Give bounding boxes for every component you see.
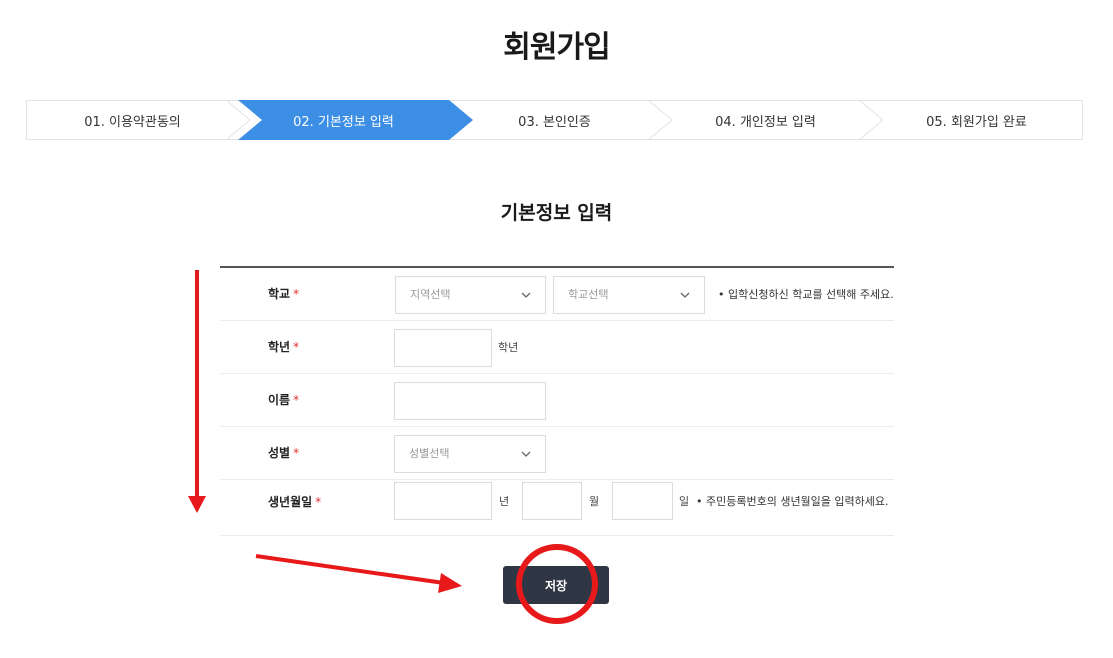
birth-year-unit: 년 — [499, 495, 510, 508]
birth-row: 생년월일 * 년 월 일 • 주민등록번호의 생년월일을 입력하세요. — [220, 480, 894, 536]
birth-year-input[interactable] — [394, 482, 492, 520]
region-select-value: 지역선택 — [410, 288, 451, 301]
birth-month-unit: 월 — [589, 495, 600, 508]
page-title: 회원가입 — [503, 30, 610, 65]
step-label: 01. 이용약관동의 — [84, 114, 181, 130]
birth-note: • 주민등록번호의 생년월일을 입력하세요. — [696, 495, 889, 508]
birth-day-input[interactable] — [612, 482, 673, 520]
school-label: 학교 * — [268, 287, 300, 301]
step-separator-icon — [859, 100, 883, 140]
name-label: 이름 * — [268, 393, 300, 407]
save-button[interactable]: 저장 — [503, 566, 609, 604]
step-label: 05. 회원가입 완료 — [926, 114, 1027, 130]
chevron-down-icon — [521, 451, 531, 457]
section-title: 기본정보 입력 — [500, 202, 613, 224]
right-arrow-annotation-icon — [255, 554, 462, 593]
signup-stepper: 01. 이용약관동의 02. 기본정보 입력 03. 본인인증 04. 개인정보… — [26, 100, 1083, 140]
gender-label: 성별 * — [268, 446, 300, 460]
school-note: • 입학신청하신 학교를 선택해 주세요. — [718, 288, 894, 301]
step-label: 04. 개인정보 입력 — [715, 114, 816, 130]
grade-input[interactable] — [394, 329, 492, 367]
step-basic-info: 02. 기본정보 입력 — [238, 101, 449, 139]
chevron-down-icon — [521, 292, 531, 298]
step-label: 03. 본인인증 — [518, 114, 591, 130]
gender-row: 성별 * 성별선택 — [220, 427, 894, 480]
step-separator-icon — [648, 100, 672, 140]
birth-month-input[interactable] — [522, 482, 582, 520]
step-label: 02. 기본정보 입력 — [293, 114, 394, 130]
school-row: 학교 * 지역선택 학교선택 • 입학신청하신 학교를 선택해 주세요. — [220, 268, 894, 321]
name-row: 이름 * — [220, 374, 894, 427]
step-terms-agreement: 01. 이용약관동의 — [27, 100, 250, 140]
chevron-down-icon — [680, 292, 690, 298]
step-personal-info: 04. 개인정보 입력 — [660, 100, 883, 140]
step-separator-icon — [226, 100, 250, 140]
gender-select-value: 성별선택 — [409, 447, 450, 460]
grade-row: 학년 * 학년 — [220, 321, 894, 374]
birth-day-unit: 일 — [679, 495, 690, 508]
region-select[interactable]: 지역선택 — [395, 276, 546, 314]
gender-select[interactable]: 성별선택 — [394, 435, 546, 473]
down-arrow-annotation-icon — [188, 270, 206, 513]
birth-label: 생년월일 * — [268, 495, 322, 509]
step-identity-verification: 03. 본인인증 — [449, 100, 672, 140]
grade-unit: 학년 — [498, 341, 519, 354]
basic-info-form: 학교 * 지역선택 학교선택 • 입학신청하신 학교를 선택해 주세요. 학년 * … — [220, 266, 894, 536]
name-input[interactable] — [394, 382, 546, 420]
grade-label: 학년 * — [268, 340, 300, 354]
school-select[interactable]: 학교선택 — [553, 276, 705, 314]
step-signup-complete: 05. 회원가입 완료 — [871, 101, 1082, 139]
school-select-value: 학교선택 — [568, 288, 609, 301]
